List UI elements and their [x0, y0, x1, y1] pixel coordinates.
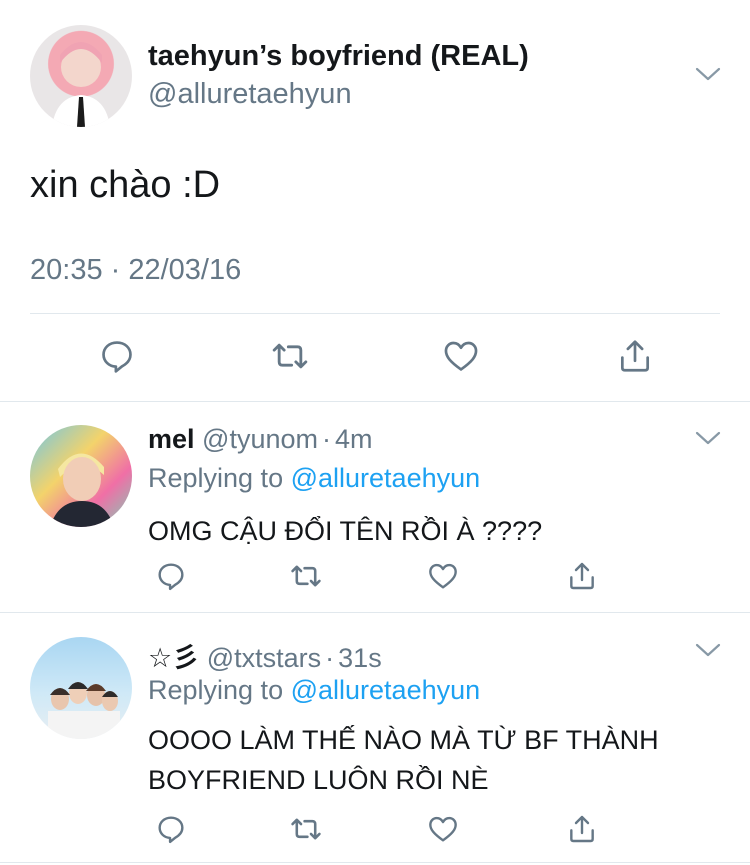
retweet-button[interactable] [283, 553, 329, 599]
reply-author-handle[interactable]: @tyunom [202, 424, 318, 454]
tweet-timestamp[interactable]: 20:35 · 22/03/16 [30, 254, 241, 287]
reply-author-handle[interactable]: @txtstars [207, 643, 321, 673]
reply-text-line: BOYFRIEND LUÔN RỒI NÈ [148, 765, 489, 795]
reply-text: OMG CẬU ĐỔI TÊN RỒI À ???? [148, 511, 542, 551]
divider [0, 612, 750, 613]
avatar-main[interactable] [30, 25, 132, 127]
reply-header: mel @tyunom · 4m [148, 424, 373, 455]
like-button[interactable] [438, 333, 484, 379]
retweet-icon [291, 565, 321, 587]
retweet-icon [272, 343, 308, 369]
like-icon [429, 816, 457, 842]
like-icon [444, 341, 478, 371]
share-button[interactable] [559, 806, 605, 852]
chevron-down-icon[interactable] [695, 430, 721, 451]
replying-to: Replying to @alluretaehyun [148, 675, 480, 706]
reply-text-line: OMG CẬU ĐỔI TÊN RỒI À ???? [148, 516, 543, 546]
reply-icon [102, 341, 132, 373]
share-icon [620, 340, 650, 372]
avatar-reply[interactable] [30, 425, 132, 527]
reply-button[interactable] [148, 553, 194, 599]
replying-to-label: Replying to [148, 463, 284, 493]
replying-to-label: Replying to [148, 675, 284, 705]
like-button[interactable] [420, 806, 466, 852]
like-button[interactable] [420, 553, 466, 599]
reply-author-name[interactable]: mel [148, 424, 195, 454]
reply-icon [158, 816, 184, 844]
reply-button[interactable] [148, 806, 194, 852]
reply-header: ☆彡 @txtstars · 31s [148, 636, 382, 675]
retweet-button[interactable] [283, 806, 329, 852]
divider [30, 313, 720, 314]
share-icon [570, 815, 594, 843]
reply-icon [158, 563, 184, 591]
retweet-icon [291, 818, 321, 840]
retweet-button[interactable] [267, 333, 313, 379]
avatar-reply[interactable] [30, 637, 132, 739]
share-button[interactable] [559, 553, 605, 599]
reply-text: OOOO LÀM THẾ NÀO MÀ TỪ BF THÀNH BOYFRIEN… [148, 720, 659, 800]
separator-dot: · [322, 424, 331, 454]
separator-dot: · [325, 643, 335, 673]
divider [0, 862, 750, 863]
chevron-down-icon[interactable] [695, 642, 721, 663]
share-icon [570, 562, 594, 590]
replying-to-handle[interactable]: @alluretaehyun [291, 675, 481, 705]
divider [0, 401, 750, 402]
replying-to-handle[interactable]: @alluretaehyun [291, 463, 481, 493]
reply-age[interactable]: 31s [338, 643, 382, 673]
replying-to: Replying to @alluretaehyun [148, 463, 480, 494]
share-button[interactable] [612, 333, 658, 379]
author-display-name[interactable]: taehyun’s boyfriend (REAL) [148, 40, 529, 73]
reply-age[interactable]: 4m [335, 424, 373, 454]
like-icon [429, 563, 457, 589]
chevron-down-icon[interactable] [695, 66, 721, 87]
reply-button[interactable] [94, 333, 140, 379]
author-handle[interactable]: @alluretaehyun [148, 78, 352, 111]
reply-author-name[interactable]: ☆彡 [148, 643, 199, 673]
reply-text-line: OOOO LÀM THẾ NÀO MÀ TỪ BF THÀNH [148, 725, 659, 755]
tweet-text: xin chào :D [30, 164, 221, 206]
